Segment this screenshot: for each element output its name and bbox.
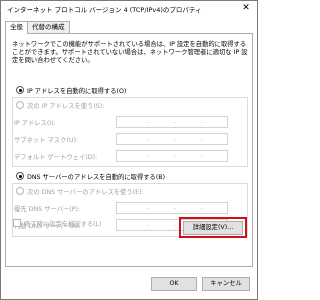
- title-bar: インターネット プロトコル バージョン 4 (TCP/IPv4)のプロパティ ✕: [1, 1, 257, 15]
- preferred-dns-field[interactable]: ...: [116, 202, 228, 214]
- subnet-mask-label: サブネット マスク(U):: [14, 137, 79, 144]
- subnet-mask-field[interactable]: ...: [116, 133, 228, 145]
- tab-general[interactable]: 全般: [5, 21, 28, 34]
- ipv4-properties-dialog: インターネット プロトコル バージョン 4 (TCP/IPv4)のプロパティ ✕…: [0, 0, 258, 300]
- advanced-button-highlight: [179, 217, 247, 238]
- ip-manual-radio-row[interactable]: 次の IP アドレスを使う(S):: [16, 101, 104, 110]
- close-icon[interactable]: ✕: [239, 2, 253, 14]
- ip-address-label: IP アドレス(I):: [14, 120, 56, 127]
- dns-auto-label: DNS サーバーのアドレスを自動的に取得する(B): [27, 174, 166, 181]
- cancel-button[interactable]: キャンセル: [202, 277, 250, 291]
- dns-auto-radio[interactable]: [16, 172, 24, 180]
- ip-auto-radio-row[interactable]: IP アドレスを自動的に取得する(O): [16, 86, 126, 95]
- ip-address-field[interactable]: ...: [116, 116, 228, 128]
- validate-on-exit-checkbox[interactable]: [13, 219, 21, 227]
- dns-auto-radio-row[interactable]: DNS サーバーのアドレスを自動的に取得する(B): [16, 172, 165, 181]
- window-title: インターネット プロトコル バージョン 4 (TCP/IPv4)のプロパティ: [7, 6, 202, 14]
- default-gateway-field[interactable]: ...: [116, 150, 228, 162]
- ip-auto-label: IP アドレスを自動的に取得する(O): [27, 88, 127, 95]
- validate-on-exit-row[interactable]: 終了時に設定を検証する(L): [13, 219, 102, 228]
- ip-manual-radio[interactable]: [16, 101, 24, 109]
- dns-manual-label: 次の DNS サーバーのアドレスを使う(E):: [27, 189, 144, 196]
- ok-button[interactable]: OK: [151, 277, 197, 291]
- tab-alternate-configuration[interactable]: 代替の構成: [27, 21, 70, 33]
- dns-manual-radio-row[interactable]: 次の DNS サーバーのアドレスを使う(E):: [16, 187, 144, 196]
- ip-auto-radio[interactable]: [16, 86, 24, 94]
- default-gateway-label: デフォルト ゲートウェイ(D):: [14, 154, 98, 161]
- preferred-dns-label: 優先 DNS サーバー(P):: [14, 206, 81, 213]
- dns-manual-radio[interactable]: [16, 187, 24, 195]
- description-text: ネットワークでこの機能がサポートされている場合は、IP 設定を自動的に取得するこ…: [12, 41, 248, 64]
- validate-on-exit-label: 終了時に設定を検証する(L): [24, 221, 102, 228]
- ip-manual-label: 次の IP アドレスを使う(S):: [27, 103, 105, 110]
